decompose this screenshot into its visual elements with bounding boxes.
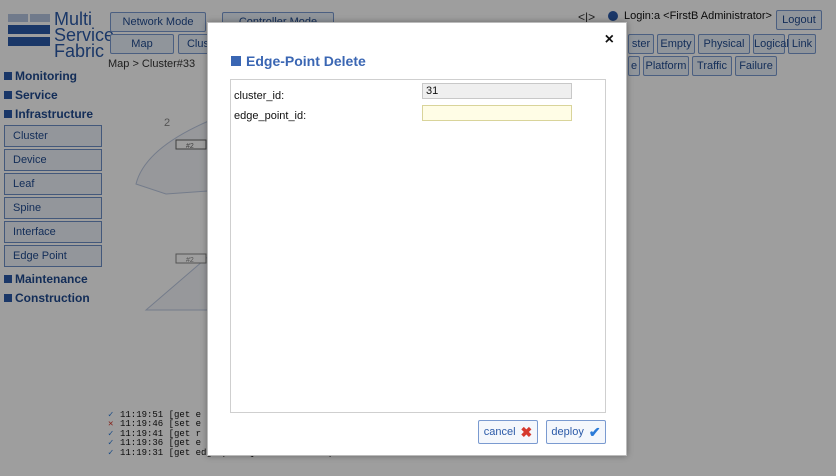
close-x-icon: ✖ <box>520 423 533 440</box>
checkmark-icon: ✔ <box>588 423 601 440</box>
cluster-id-field <box>422 83 572 99</box>
edge-point-id-label: edge_point_id: <box>234 110 307 122</box>
edge-point-delete-dialog: × Edge-Point Delete cluster_id: edge_poi… <box>207 22 627 456</box>
close-icon[interactable]: × <box>605 31 614 49</box>
edge-point-id-field[interactable] <box>422 105 572 121</box>
cancel-button[interactable]: cancel ✖ <box>478 420 538 444</box>
deploy-button[interactable]: deploy ✔ <box>546 420 606 444</box>
dialog-title: Edge-Point Delete <box>231 53 366 69</box>
cluster-id-label: cluster_id: <box>234 90 285 102</box>
form-panel: cluster_id: edge_point_id: <box>230 79 606 413</box>
square-icon <box>231 56 241 66</box>
